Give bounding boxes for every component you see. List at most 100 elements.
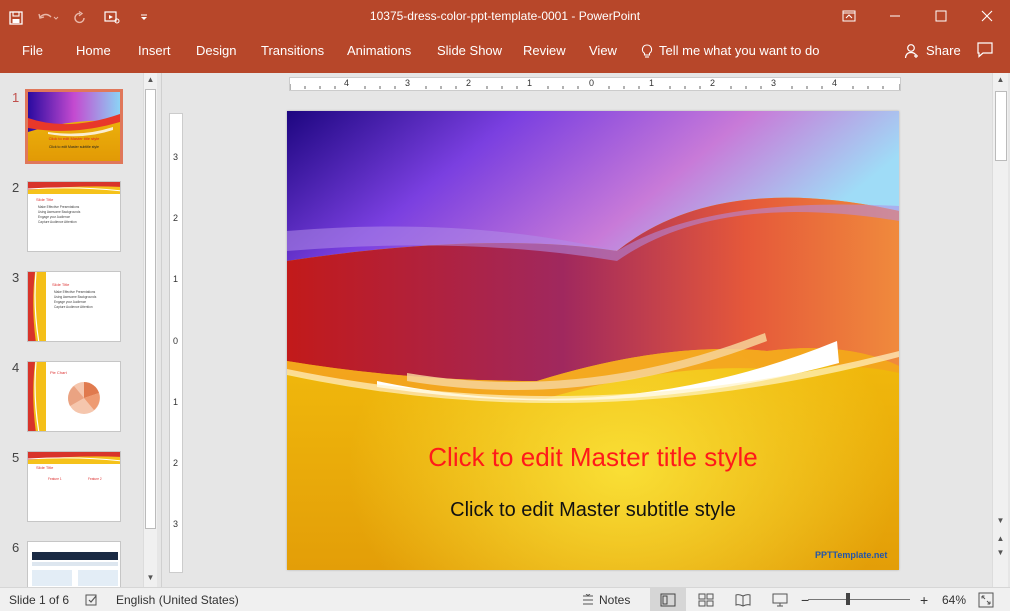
zoom-slider[interactable] xyxy=(808,593,910,605)
tab-animations[interactable]: Animations xyxy=(347,35,411,67)
redo-button[interactable] xyxy=(64,0,96,35)
ruler-label: 3 xyxy=(173,152,179,162)
reading-view-icon[interactable] xyxy=(735,592,751,608)
scroll-up-icon[interactable]: ▲ xyxy=(144,73,157,87)
close-button[interactable] xyxy=(964,0,1010,32)
slide-thumbnail-5[interactable]: Slide Title Feature 1 Feature 2 xyxy=(27,451,121,522)
slide-title-placeholder[interactable]: Click to edit Master title style xyxy=(287,442,899,473)
thumbnail-feature-2: Feature 2 xyxy=(88,477,102,481)
ruler-label: 0 xyxy=(589,78,595,88)
vertical-ruler: 3 2 1 0 1 2 3 xyxy=(169,113,183,573)
ruler-label: 1 xyxy=(527,78,533,88)
tab-home[interactable]: Home xyxy=(76,35,111,67)
slideshow-icon xyxy=(104,10,120,23)
scrollbar-thumb[interactable] xyxy=(995,91,1007,161)
normal-view-button[interactable] xyxy=(650,588,686,611)
tab-transitions[interactable]: Transitions xyxy=(261,35,324,67)
slide-thumbnail-pane: 1 Click to edit Master title style Click… xyxy=(0,73,162,587)
slide-thumbnail-2[interactable]: Slide Title Make Effective Presentations… xyxy=(27,181,121,252)
save-button[interactable] xyxy=(0,0,32,35)
thumbnail-scrollbar[interactable]: ▲ ▼ xyxy=(143,73,157,587)
tab-file[interactable]: File xyxy=(22,35,43,67)
next-slide-icon[interactable]: ▼ xyxy=(993,548,1008,557)
slide-sorter-icon[interactable] xyxy=(698,592,714,608)
thumbnail-bullets: Make Effective Presentations Using Awesom… xyxy=(54,290,97,309)
thumbnail-number: 1 xyxy=(12,90,20,105)
slide-counter: Slide 1 of 6 xyxy=(9,592,70,607)
slide-logo: PPTTemplate.net xyxy=(815,550,888,560)
tab-slide-show[interactable]: Slide Show xyxy=(437,35,502,67)
save-icon xyxy=(9,10,23,25)
thumbnail-graphic xyxy=(28,542,120,587)
lightbulb-icon xyxy=(641,43,653,58)
window-controls xyxy=(826,0,1010,35)
slide-canvas[interactable]: Click to edit Master title style Click t… xyxy=(287,111,899,570)
scroll-up-icon[interactable]: ▲ xyxy=(993,75,1008,84)
normal-view-icon xyxy=(660,593,676,607)
slide-thumbnail-1[interactable]: Click to edit Master title style Click t… xyxy=(25,89,123,164)
ribbon-options-icon xyxy=(842,10,856,22)
thumbnail-number: 4 xyxy=(12,360,20,375)
scrollbar-thumb[interactable] xyxy=(145,89,156,529)
thumbnail-graphic xyxy=(28,272,46,341)
slideshow-view-icon[interactable] xyxy=(772,592,788,608)
thumbnail-feature-1: Feature 1 xyxy=(48,477,62,481)
thumbnail-graphic xyxy=(28,182,120,194)
tab-view[interactable]: View xyxy=(589,35,617,67)
thumbnail-number: 3 xyxy=(12,270,20,285)
slide-thumbnail-6[interactable] xyxy=(27,541,121,587)
tab-review[interactable]: Review xyxy=(523,35,566,67)
pie-chart-icon xyxy=(68,382,100,414)
tab-insert[interactable]: Insert xyxy=(138,35,171,67)
tell-me-text: Tell me what you want to do xyxy=(659,43,820,58)
ruler-label: 1 xyxy=(173,274,179,284)
slide-editor: 4 3 2 1 0 1 2 3 4 3 2 1 0 1 2 3 Click to… xyxy=(163,73,1010,587)
ribbon-display-options-button[interactable] xyxy=(826,0,872,32)
ribbon-tabs: File Home Insert Design Transitions Anim… xyxy=(0,35,1010,73)
previous-slide-icon[interactable]: ▲ xyxy=(993,534,1008,543)
ruler-label: 3 xyxy=(173,519,179,529)
zoom-in-button[interactable]: + xyxy=(920,588,928,611)
customize-toolbar-button[interactable] xyxy=(128,0,160,35)
zoom-slider-knob[interactable] xyxy=(846,593,850,605)
tab-design[interactable]: Design xyxy=(196,35,236,67)
tell-me-search[interactable]: Tell me what you want to do xyxy=(641,35,819,67)
spell-check-icon[interactable] xyxy=(84,592,100,608)
share-button[interactable]: Share xyxy=(904,35,961,67)
ruler-label: 2 xyxy=(710,78,716,88)
notes-label: Notes xyxy=(599,592,631,607)
comments-button[interactable] xyxy=(976,41,996,61)
ruler-label: 2 xyxy=(466,78,472,88)
close-icon xyxy=(981,10,993,22)
notes-button[interactable]: Notes xyxy=(582,588,630,611)
ruler-label: 3 xyxy=(405,78,411,88)
ruler-label: 1 xyxy=(173,397,179,407)
slide-thumbnail-3[interactable]: Slide Title Make Effective Presentations… xyxy=(27,271,121,342)
title-bar: 10375-dress-color-ppt-template-0001 - Po… xyxy=(0,0,1010,35)
maximize-button[interactable] xyxy=(918,0,964,32)
slide-thumbnail-4[interactable]: Pie Chart xyxy=(27,361,121,432)
thumbnail-title: Slide Title xyxy=(36,197,54,202)
zoom-level[interactable]: 64% xyxy=(942,588,966,611)
thumbnail-number: 6 xyxy=(12,540,20,555)
person-icon xyxy=(904,44,918,59)
start-from-beginning-button[interactable] xyxy=(96,0,128,35)
slide-subtitle-placeholder[interactable]: Click to edit Master subtitle style xyxy=(287,499,899,522)
editor-scrollbar[interactable]: ▲ ▼ ▲ ▼ xyxy=(992,73,1008,587)
scroll-down-icon[interactable]: ▼ xyxy=(144,571,157,585)
undo-icon xyxy=(38,13,59,20)
ruler-label: 4 xyxy=(832,78,838,88)
fit-to-window-icon[interactable] xyxy=(978,592,994,608)
thumbnail-title: Slide Title xyxy=(36,465,54,470)
ruler-label: 2 xyxy=(173,213,179,223)
ruler-label: 3 xyxy=(771,78,777,88)
undo-button[interactable] xyxy=(32,0,64,35)
thumbnail-graphic xyxy=(28,362,46,431)
quick-access-toolbar xyxy=(0,0,160,35)
minimize-button[interactable] xyxy=(872,0,918,32)
thumbnail-number: 5 xyxy=(12,450,20,465)
notes-icon xyxy=(583,594,593,605)
scroll-down-icon[interactable]: ▼ xyxy=(993,516,1008,525)
ruler-label: 1 xyxy=(649,78,655,88)
language-indicator[interactable]: English (United States) xyxy=(116,588,239,611)
